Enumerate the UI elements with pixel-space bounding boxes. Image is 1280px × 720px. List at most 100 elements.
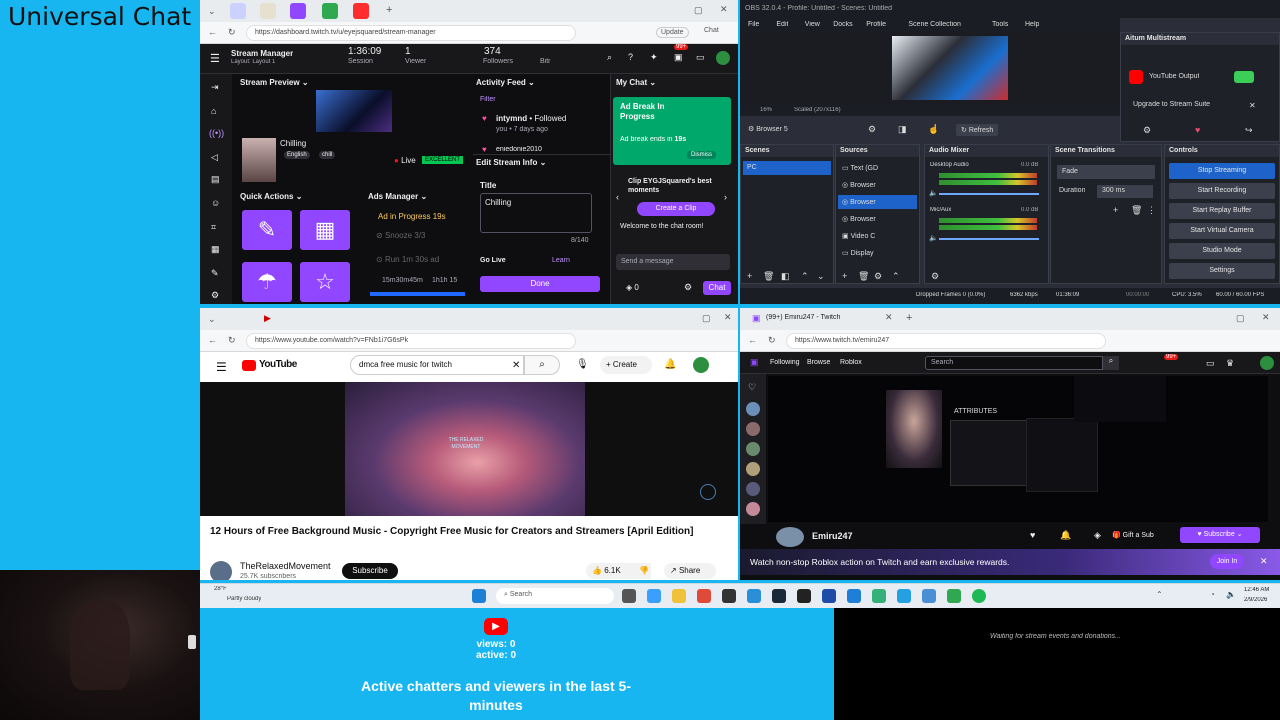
clear-search-icon[interactable]: ✕ — [512, 360, 520, 371]
filter-icon[interactable]: ◧ — [781, 271, 790, 282]
learn-link[interactable]: Learn — [552, 257, 570, 264]
taskbar-search[interactable]: ⌕ Search — [496, 588, 614, 604]
new-tab-icon[interactable]: + — [386, 4, 392, 16]
back-icon[interactable]: ← — [208, 27, 217, 37]
up-icon[interactable]: ⌃ — [892, 271, 900, 282]
volume-icon[interactable]: 🔈 — [1226, 590, 1236, 599]
chrome-icon[interactable] — [697, 589, 711, 603]
add-icon[interactable]: + — [1113, 205, 1118, 215]
studio-mode-button[interactable]: Studio Mode — [1169, 243, 1275, 259]
search-input[interactable]: dmca free music for twitch — [350, 355, 524, 375]
minimize-icon[interactable]: ▢ — [1236, 313, 1245, 324]
source-item[interactable]: ▭ Text (GD — [838, 161, 917, 175]
close-icon[interactable]: ✕ — [1249, 101, 1256, 110]
close-tab-icon[interactable]: ✕ — [885, 312, 893, 323]
menu-item-file[interactable]: File — [748, 21, 759, 28]
transition-select[interactable]: Fade — [1057, 165, 1155, 179]
edge-icon[interactable] — [647, 589, 661, 603]
chrome-profile-icon[interactable] — [747, 589, 761, 603]
filter-link[interactable]: Filter — [480, 96, 496, 103]
star-quick-action[interactable]: ☆ — [300, 262, 350, 302]
channel-avatar[interactable] — [746, 442, 760, 456]
shield-icon[interactable] — [822, 589, 836, 603]
heart-icon[interactable]: ♥ — [1030, 530, 1035, 540]
app-icon[interactable] — [897, 589, 911, 603]
done-button[interactable]: Done — [480, 276, 600, 292]
chat-button[interactable]: Chat — [704, 27, 719, 34]
speaker-icon[interactable]: 🔈 — [929, 189, 938, 197]
back-icon[interactable]: ← — [208, 335, 217, 345]
more-icon[interactable]: ⋮ — [1147, 205, 1156, 216]
stop-streaming-button[interactable]: Stop Streaming — [1169, 163, 1275, 179]
search-input[interactable]: Search — [925, 356, 1103, 370]
folder-icon[interactable] — [672, 589, 686, 603]
youtube-logo[interactable]: YouTube — [259, 359, 297, 370]
heart-icon[interactable]: ♡ — [748, 382, 756, 393]
source-item[interactable]: ▭ Display — [838, 246, 917, 260]
create-clip-button[interactable]: Create a Clip — [637, 202, 715, 216]
language-tag[interactable]: English — [284, 151, 310, 159]
tab-favicon[interactable] — [260, 3, 276, 19]
gift-sub-button[interactable]: 🎁 Gift a Sub — [1112, 531, 1154, 539]
settings-icon[interactable]: ⚙ — [931, 271, 939, 282]
source-item[interactable]: ▣ Video C — [838, 229, 917, 243]
close-icon[interactable]: ✕ — [1262, 312, 1270, 323]
speaker-icon[interactable]: 🔈 — [929, 234, 938, 242]
brush-icon[interactable]: ✎ — [211, 268, 219, 279]
stream-preview-thumbnail[interactable] — [316, 90, 392, 132]
interact-icon[interactable]: ☝ — [928, 124, 939, 135]
run-ad-button[interactable]: ⊙ Run 1m 30s ad — [376, 255, 439, 264]
add-icon[interactable]: + — [842, 271, 847, 281]
source-item-selected[interactable]: ◎ Browser — [838, 195, 917, 209]
youtube-logo-icon[interactable] — [242, 360, 256, 371]
twitch-logo-icon[interactable]: ▣ — [750, 357, 759, 368]
snooze-button[interactable]: ⊘ Snooze 3/3 — [376, 231, 425, 240]
menu-item-docks[interactable]: Docks — [833, 21, 852, 28]
properties-icon[interactable]: ⚙ — [868, 124, 876, 135]
trash-icon[interactable]: 🗑 — [1131, 205, 1142, 216]
subscribe-button[interactable]: ♥ Subscribe ⌄ — [1180, 527, 1260, 543]
excel-icon[interactable] — [947, 589, 961, 603]
volume-slider[interactable] — [939, 193, 1039, 195]
minimize-icon[interactable]: ▢ — [702, 313, 711, 324]
streamer-avatar[interactable] — [776, 527, 804, 547]
tab-title[interactable]: (99+) Emiru247 - Twitch — [766, 314, 840, 321]
chart-icon[interactable]: ▤ — [211, 174, 220, 185]
chill-tag[interactable]: chill — [319, 151, 336, 159]
chevron-down-icon[interactable]: ⌄ — [208, 6, 216, 17]
new-tab-icon[interactable]: + — [906, 312, 912, 324]
reload-icon[interactable]: ↻ — [228, 335, 236, 346]
menu-item-edit[interactable]: Edit — [776, 21, 788, 28]
crop-icon[interactable]: ⌗ — [211, 222, 216, 233]
chat-icon[interactable]: ▭ — [696, 52, 705, 63]
wifi-icon[interactable]: ◔ — [1210, 590, 1215, 599]
channel-points[interactable]: ◈ 0 — [626, 283, 639, 292]
obs-icon[interactable] — [722, 589, 736, 603]
people-icon[interactable]: ☺ — [211, 198, 220, 208]
tray-chevron-icon[interactable]: ⌃ — [1156, 590, 1163, 599]
task-view-icon[interactable] — [622, 589, 636, 603]
notification-bell-icon[interactable]: 🔔 — [1060, 530, 1071, 541]
crown-icon[interactable]: ♛ — [1226, 358, 1234, 369]
ad-time-options[interactable]: 15m30m45m — [382, 277, 423, 284]
channel-avatar[interactable] — [746, 502, 760, 516]
nav-browse[interactable]: Browse — [807, 359, 830, 366]
down-icon[interactable]: ⌄ — [817, 271, 825, 282]
channel-avatar[interactable] — [746, 402, 760, 416]
url-field[interactable]: https://www.twitch.tv/emiru247 — [786, 333, 1106, 349]
url-field[interactable]: https://dashboard.twitch.tv/u/eyejsquare… — [246, 25, 576, 41]
trash-icon[interactable]: 🗑 — [858, 271, 869, 282]
settings-icon[interactable]: ⚙ — [211, 290, 219, 301]
up-icon[interactable]: ⌃ — [801, 271, 809, 282]
menu-icon[interactable]: ☰ — [216, 360, 227, 374]
close-icon[interactable]: ✕ — [1260, 556, 1268, 567]
chevron-down-icon[interactable]: ⌄ — [208, 314, 216, 325]
nav-roblox[interactable]: Roblox — [840, 359, 862, 366]
filters-icon[interactable]: ◨ — [898, 124, 907, 135]
close-icon[interactable]: ✕ — [720, 4, 728, 15]
minimize-icon[interactable]: ▢ — [694, 5, 703, 16]
heart-icon[interactable]: ♥ — [1195, 125, 1200, 135]
tab-sheets[interactable] — [322, 3, 338, 19]
tab-favicon[interactable] — [230, 3, 246, 19]
start-icon[interactable] — [472, 589, 486, 603]
